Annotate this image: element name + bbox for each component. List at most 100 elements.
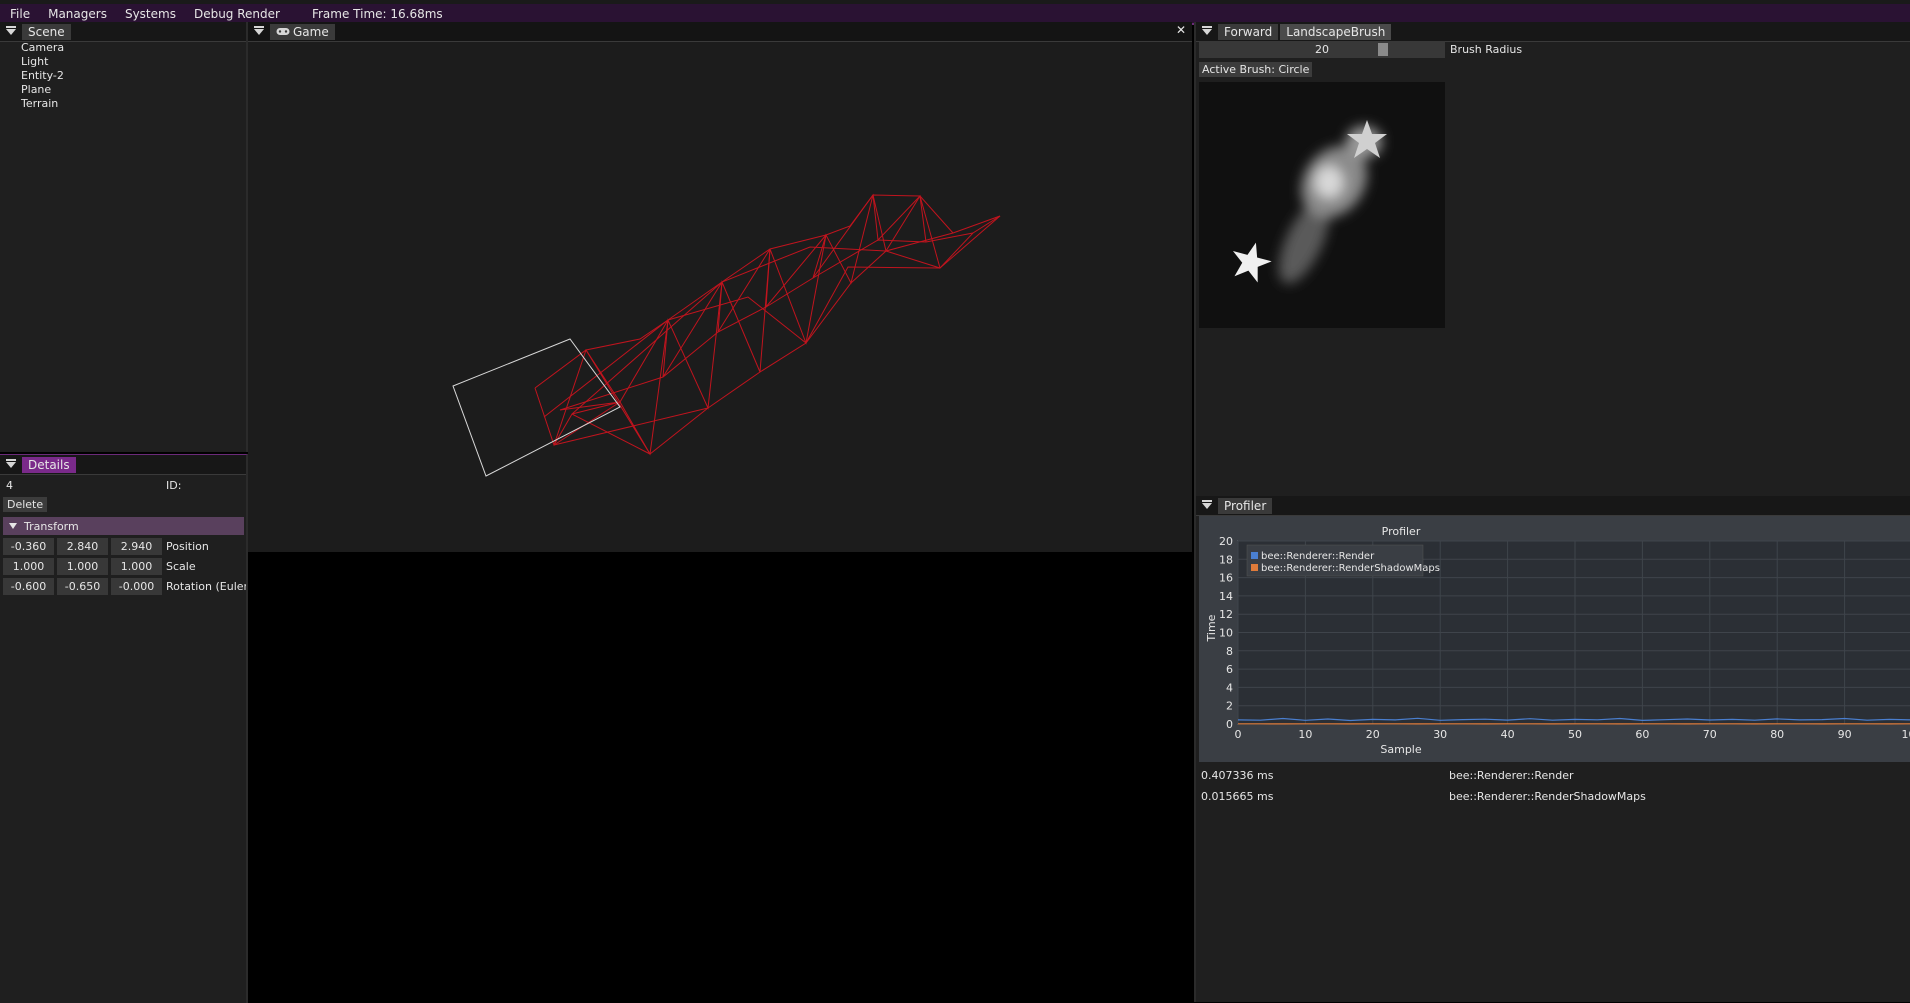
scale-z-field[interactable]: 1.000 [111, 558, 162, 575]
menu-file[interactable]: File [0, 7, 38, 21]
position-x-field[interactable]: -0.360 [3, 538, 54, 555]
stat-shadowmaps-time: 0.015665 ms [1201, 790, 1273, 803]
position-z-field[interactable]: 2.940 [111, 538, 162, 555]
legend-swatch-render [1251, 552, 1258, 559]
brush-radius-value: 20 [1315, 43, 1329, 56]
game-panel: Game ✕ [248, 22, 1192, 552]
rotation-row: -0.600 -0.650 -0.000 Rotation (Euler) [3, 578, 243, 595]
menu-managers[interactable]: Managers [38, 7, 115, 21]
y-tick-label: 14 [1219, 590, 1233, 603]
menu-systems[interactable]: Systems [115, 7, 184, 21]
entity-id-input[interactable]: 4 [6, 479, 13, 492]
chart-x-label: Sample [1380, 743, 1421, 756]
profiler-chart: Profiler Sample Time 0102030405060708090… [1199, 516, 1910, 762]
collapse-icon[interactable] [6, 462, 16, 468]
entity-id-row: 4 ID: [6, 479, 242, 492]
tab-details[interactable]: Details [22, 457, 76, 473]
game-titlebar: Game ✕ [248, 22, 1192, 42]
chart-y-label: Time [1205, 614, 1218, 642]
frame-time-readout: Frame Time: 16.68ms [302, 7, 451, 21]
collapse-icon[interactable] [6, 29, 16, 35]
brush-titlebar: Forward LandscapeBrush [1196, 22, 1910, 42]
slider-grab-handle[interactable] [1378, 43, 1388, 56]
scale-label: Scale [166, 558, 196, 575]
y-tick-label: 2 [1226, 700, 1233, 713]
scene-item-entity-2[interactable]: Entity-2 [21, 69, 64, 83]
delete-button[interactable]: Delete [3, 497, 47, 512]
tab-forward[interactable]: Forward [1218, 24, 1278, 40]
y-tick-label: 12 [1219, 608, 1233, 621]
x-tick-label: 60 [1635, 728, 1649, 741]
tab-scene[interactable]: Scene [22, 24, 71, 40]
details-panel: Details 4 ID: Delete Transform -0.360 2.… [0, 454, 248, 1003]
scene-item-light[interactable]: Light [21, 55, 64, 69]
transform-section-header[interactable]: Transform [3, 517, 244, 535]
y-tick-label: 0 [1226, 718, 1233, 731]
transform-section-label: Transform [24, 520, 79, 533]
scene-panel: Scene Camera Light Entity-2 Plane Terrai… [0, 22, 248, 452]
menu-debug-render[interactable]: Debug Render [184, 7, 288, 21]
stat-shadowmaps-name: bee::Renderer::RenderShadowMaps [1449, 790, 1646, 803]
scene-item-plane[interactable]: Plane [21, 83, 64, 97]
heightmap-preview-image [1199, 82, 1445, 328]
rotation-y-field[interactable]: -0.650 [57, 578, 108, 595]
camera-frustum-gizmo [453, 339, 620, 476]
x-tick-label: 30 [1433, 728, 1447, 741]
x-tick-label: 80 [1770, 728, 1784, 741]
scale-row: 1.000 1.000 1.000 Scale [3, 558, 243, 575]
tab-game-label: Game [293, 25, 329, 39]
legend-label-render: bee::Renderer::Render [1261, 551, 1375, 562]
position-label: Position [166, 538, 209, 555]
legend-swatch-shadowmaps [1251, 564, 1258, 571]
close-icon[interactable]: ✕ [1176, 23, 1186, 37]
y-tick-label: 10 [1219, 627, 1233, 640]
x-tick-label: 0 [1235, 728, 1242, 741]
y-tick-label: 18 [1219, 553, 1233, 566]
y-tick-label: 16 [1219, 572, 1233, 585]
x-tick-label: 70 [1703, 728, 1717, 741]
profiler-titlebar: Profiler [1196, 496, 1910, 516]
position-y-field[interactable]: 2.840 [57, 538, 108, 555]
gamepad-icon [276, 27, 290, 36]
stat-render-name: bee::Renderer::Render [1449, 769, 1574, 782]
tab-game[interactable]: Game [270, 24, 335, 40]
collapse-icon[interactable] [1202, 503, 1212, 509]
tab-landscape-brush[interactable]: LandscapeBrush [1280, 24, 1391, 40]
x-tick-label: 10 [1298, 728, 1312, 741]
scale-x-field[interactable]: 1.000 [3, 558, 54, 575]
game-viewport[interactable] [248, 42, 1192, 552]
scene-item-terrain[interactable]: Terrain [21, 97, 64, 111]
y-tick-label: 6 [1226, 663, 1233, 676]
stat-render-time: 0.407336 ms [1201, 769, 1273, 782]
collapse-icon[interactable] [1202, 29, 1212, 35]
scene-item-camera[interactable]: Camera [21, 41, 64, 55]
details-titlebar: Details [0, 455, 246, 475]
collapse-icon[interactable] [254, 29, 264, 35]
active-brush-button[interactable]: Active Brush: Circle [1199, 62, 1312, 77]
y-tick-label: 4 [1226, 681, 1233, 694]
id-label: ID: [166, 479, 181, 492]
x-tick-label: 90 [1838, 728, 1852, 741]
rotation-z-field[interactable]: -0.000 [111, 578, 162, 595]
scale-y-field[interactable]: 1.000 [57, 558, 108, 575]
x-tick-label: 50 [1568, 728, 1582, 741]
rotation-label: Rotation (Euler) [166, 578, 248, 595]
y-tick-label: 8 [1226, 645, 1233, 658]
chart-legend: bee::Renderer::Render bee::Renderer::Ren… [1247, 545, 1440, 576]
legend-label-shadowmaps: bee::Renderer::RenderShadowMaps [1261, 563, 1440, 574]
x-tick-label: 100 [1902, 728, 1910, 741]
rotation-x-field[interactable]: -0.600 [3, 578, 54, 595]
chart-title: Profiler [1382, 525, 1421, 538]
profiler-chart-svg: Profiler Sample Time 0102030405060708090… [1199, 516, 1910, 762]
tab-profiler[interactable]: Profiler [1218, 498, 1272, 514]
brush-radius-label: Brush Radius [1450, 41, 1522, 58]
brush-radius-slider[interactable]: 20 [1199, 41, 1445, 58]
x-tick-label: 40 [1501, 728, 1515, 741]
scene-hierarchy-list: Camera Light Entity-2 Plane Terrain [21, 41, 64, 111]
x-tick-label: 20 [1366, 728, 1380, 741]
y-tick-label: 20 [1219, 535, 1233, 548]
scene-titlebar: Scene [0, 22, 246, 42]
expand-arrow-icon [9, 523, 17, 529]
profiler-panel: Profiler Profiler Sample Time 0102030405… [1194, 496, 1910, 1002]
position-row: -0.360 2.840 2.940 Position [3, 538, 243, 555]
